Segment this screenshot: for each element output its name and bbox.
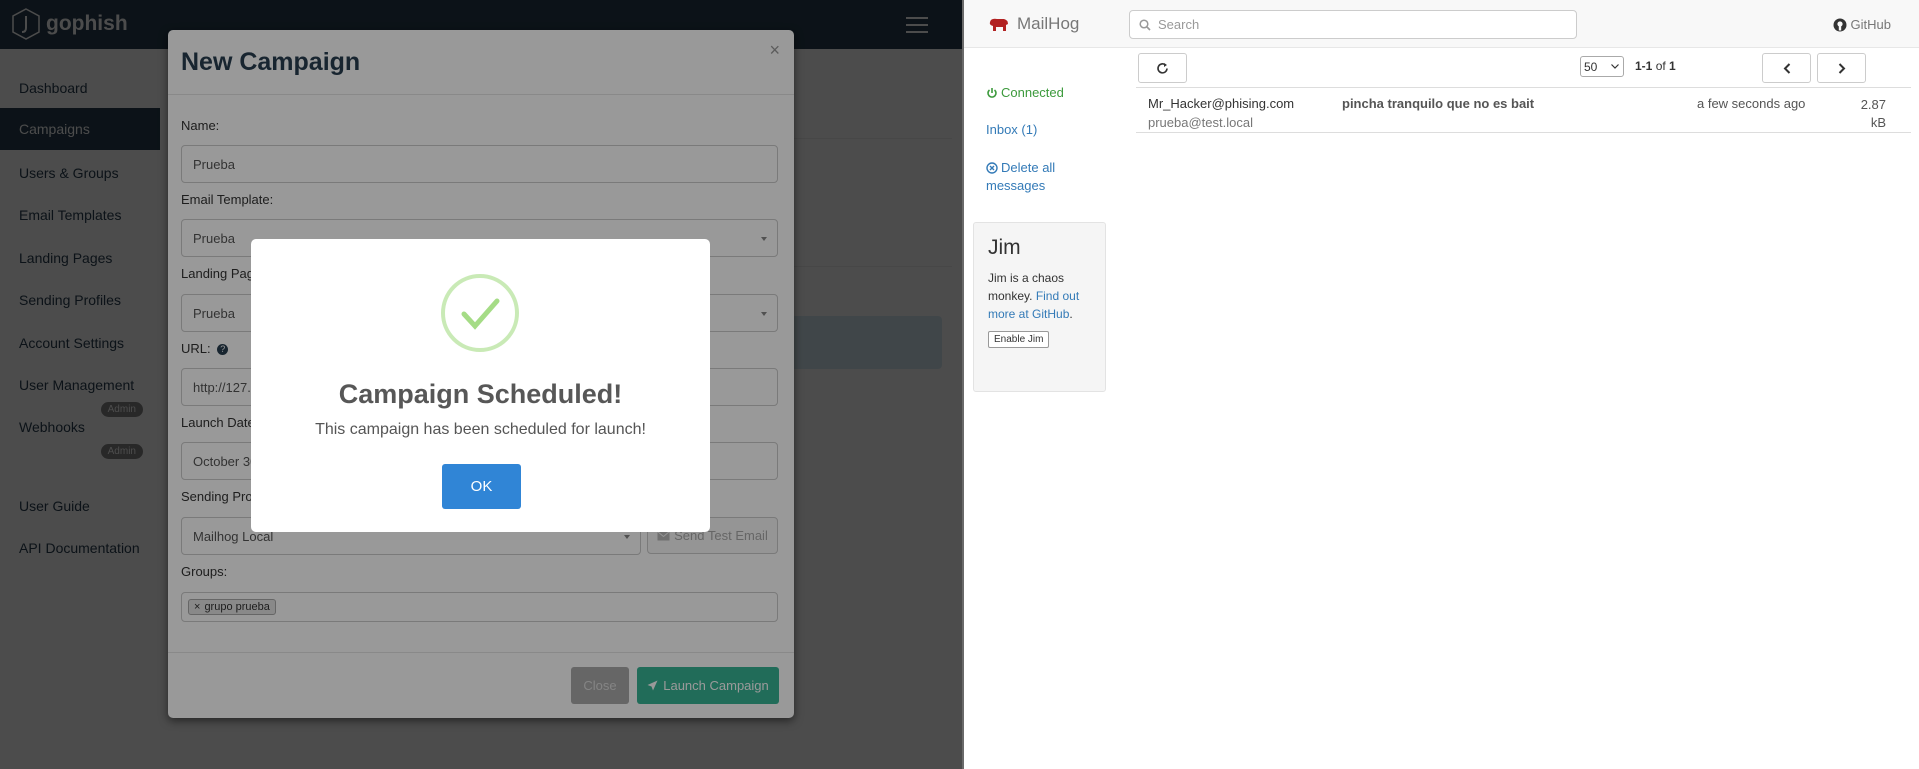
mailhog-navbar: MailHog Search GitHub <box>964 0 1919 48</box>
search-icon <box>1139 18 1151 31</box>
delete-all-link[interactable]: Delete all messages <box>986 159 1055 195</box>
message-size: 2.87 kB <box>1848 96 1886 132</box>
check-icon <box>461 298 500 330</box>
message-row[interactable]: Mr_Hacker@phising.com prueba@test.local … <box>1136 87 1911 133</box>
jim-title: Jim <box>988 236 1021 259</box>
previous-page-button[interactable] <box>1762 53 1811 83</box>
refresh-icon <box>1157 62 1168 74</box>
gophish-window: gophish Dashboard Campaigns Users & Grou… <box>0 0 962 769</box>
campaign-scheduled-dialog: Campaign Scheduled! This campaign has be… <box>251 239 710 532</box>
connected-label: Connected <box>1001 85 1064 100</box>
pager-of: of <box>1655 59 1666 73</box>
enable-jim-button[interactable]: Enable Jim <box>988 331 1050 348</box>
jim-panel: Jim Jim is a chaos monkey. Find out more… <box>973 222 1106 392</box>
refresh-button[interactable] <box>1138 53 1187 83</box>
github-link[interactable]: GitHub <box>1833 17 1891 32</box>
github-icon <box>1833 18 1847 31</box>
dialog-title: Campaign Scheduled! <box>338 379 623 409</box>
message-size-unit: kB <box>1870 115 1886 130</box>
chevron-down-icon <box>1611 64 1619 69</box>
per-page-select[interactable]: 50 <box>1580 56 1624 77</box>
mailhog-pig-icon <box>989 18 1008 31</box>
github-label: GitHub <box>1850 17 1891 32</box>
times-circle-icon <box>986 162 998 174</box>
message-time: a few seconds ago <box>1697 96 1806 111</box>
power-icon <box>987 88 997 98</box>
dialog-text: This campaign has been scheduled for lau… <box>315 421 646 438</box>
delete-all-line: Delete all <box>986 159 1055 177</box>
jim-link-suffix: . <box>1069 307 1073 321</box>
message-to: prueba@test.local <box>1148 115 1253 130</box>
mailhog-toolbar: 50 1-1 of 1 <box>1138 52 1919 86</box>
next-page-button[interactable] <box>1817 53 1866 83</box>
message-from: Mr_Hacker@phising.com <box>1148 96 1295 111</box>
pager-range: 1-1 <box>1635 59 1653 73</box>
delete-all-text-2: messages <box>986 178 1046 193</box>
ok-button[interactable]: OK <box>442 464 521 509</box>
jim-description: Jim is a chaos monkey. Find out more at … <box>988 269 1091 323</box>
chevron-left-icon <box>1783 62 1790 74</box>
pager-summary: 1-1 of 1 <box>1635 59 1676 73</box>
delete-all-text: Delete all <box>1001 160 1056 175</box>
per-page-value: 50 <box>1584 59 1598 74</box>
pager-total: 1 <box>1669 59 1676 73</box>
connected-status: Connected <box>986 84 1064 102</box>
mailhog-brand[interactable]: MailHog <box>988 14 1079 34</box>
mailhog-window: MailHog Search GitHub 50 1-1 of 1 Connec… <box>964 0 1919 769</box>
message-subject: pincha tranquilo que no es bait <box>1342 96 1535 111</box>
search-placeholder: Search <box>1158 17 1200 32</box>
chevron-right-icon <box>1838 62 1845 74</box>
message-size-value: 2.87 <box>1860 97 1886 112</box>
inbox-link[interactable]: Inbox (1) <box>986 121 1037 139</box>
mailhog-brand-text: MailHog <box>1017 14 1080 33</box>
search-input[interactable]: Search <box>1129 10 1577 39</box>
